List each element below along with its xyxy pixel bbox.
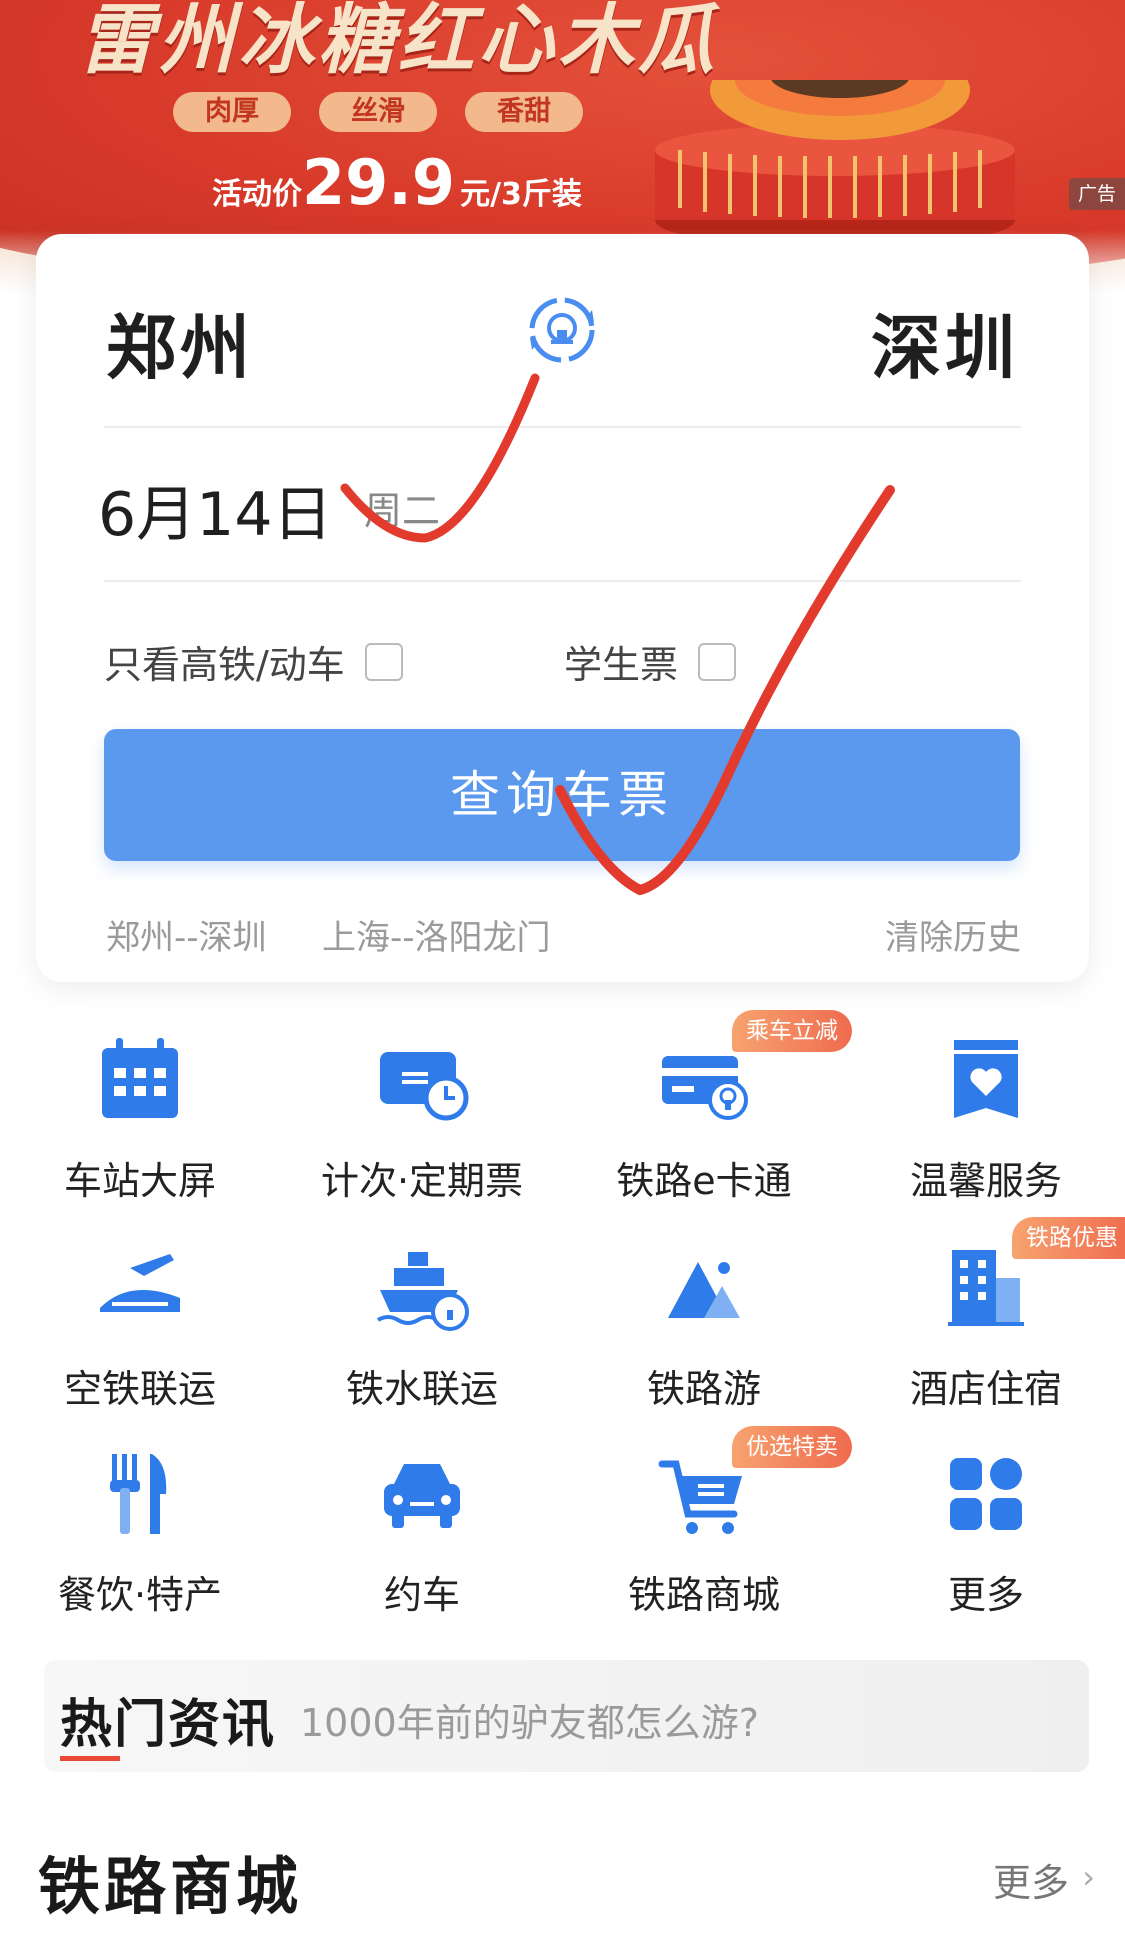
heart-service-icon xyxy=(954,1040,1018,1118)
service-air-rail[interactable]: 空铁联运 xyxy=(0,1238,280,1413)
divider xyxy=(104,426,1021,428)
promo-badge: 乘车立减 xyxy=(732,1010,852,1052)
student-ticket-checkbox[interactable] xyxy=(698,642,737,681)
query-tickets-button[interactable]: 查询车票 xyxy=(104,729,1020,861)
service-label: 空铁联运 xyxy=(63,1367,216,1411)
service-period-ticket[interactable]: 计次·定期票 xyxy=(282,1030,562,1205)
service-label: 更多 xyxy=(947,1573,1024,1617)
hot-news-title: 热门资讯 xyxy=(60,1682,276,1761)
service-label: 铁路游 xyxy=(646,1367,761,1411)
air-rail-icon xyxy=(100,1254,180,1312)
service-ship-rail[interactable]: 铁水联运 xyxy=(282,1238,562,1413)
divider xyxy=(104,580,1021,582)
service-care[interactable]: 温馨服务 xyxy=(846,1030,1125,1205)
banner-tag: 肉厚 xyxy=(173,92,291,132)
hot-news-headline[interactable]: 1000年前的驴友都怎么游? xyxy=(300,1692,759,1747)
service-more[interactable]: 更多 xyxy=(846,1444,1125,1619)
service-hotel[interactable]: 酒店住宿 xyxy=(846,1238,1125,1413)
service-label: 铁路e卡通 xyxy=(616,1159,792,1203)
clear-history-button[interactable]: 清除历史 xyxy=(885,910,1021,959)
history-item[interactable]: 郑州--深圳 xyxy=(106,910,267,959)
service-station-screen[interactable]: 车站大屏 xyxy=(0,1030,280,1205)
service-dining[interactable]: 餐饮·特产 xyxy=(0,1444,280,1619)
service-railway-card[interactable]: 铁路e卡通 xyxy=(564,1030,844,1205)
service-label: 计次·定期票 xyxy=(320,1159,524,1203)
high-speed-only-option[interactable]: 只看高铁/动车 xyxy=(104,634,403,689)
price-label: 活动价 xyxy=(212,177,302,212)
dining-icon xyxy=(110,1454,167,1534)
car-icon xyxy=(384,1464,460,1528)
promo-badge: 优选特卖 xyxy=(732,1426,852,1468)
hot-news-bar[interactable]: 热门资讯 1000年前的驴友都怎么游? xyxy=(44,1660,1089,1772)
promo-badge: 铁路优惠 xyxy=(1012,1217,1125,1259)
ad-label: 广告 xyxy=(1069,178,1125,210)
chevron-right-icon[interactable]: › xyxy=(1082,1858,1095,1896)
price-unit: 元/3斤装 xyxy=(460,177,582,212)
departure-weekday: 周二 xyxy=(364,489,441,533)
banner-tag: 丝滑 xyxy=(319,92,437,132)
service-mall[interactable]: 铁路商城 xyxy=(564,1444,844,1619)
mountain-travel-icon xyxy=(668,1262,740,1318)
high-speed-only-label: 只看高铁/动车 xyxy=(104,643,345,687)
high-speed-only-checkbox[interactable] xyxy=(364,642,403,681)
more-grid-icon xyxy=(950,1458,1022,1530)
history-item[interactable]: 上海--洛阳龙门 xyxy=(322,910,551,959)
service-label: 车站大屏 xyxy=(63,1159,216,1203)
student-ticket-option[interactable]: 学生票 xyxy=(564,634,737,689)
banner-title: 雷州冰糖红心木瓜 xyxy=(78,0,718,84)
service-ride[interactable]: 约车 xyxy=(282,1444,562,1619)
student-ticket-label: 学生票 xyxy=(564,643,679,687)
station-screen-icon xyxy=(102,1038,178,1118)
swap-stations-icon[interactable] xyxy=(526,294,598,366)
papaya-podium-image xyxy=(655,80,1015,248)
service-label: 约车 xyxy=(383,1573,460,1617)
service-label: 铁水联运 xyxy=(345,1367,498,1411)
period-ticket-icon xyxy=(380,1052,469,1121)
mall-section-title: 铁路商城 xyxy=(38,1850,303,1923)
banner-price: 活动价29.9 元/3斤装 xyxy=(212,146,582,219)
mall-more-link[interactable]: 更多 xyxy=(993,1852,1069,1907)
banner-tags: 肉厚 丝滑 香甜 xyxy=(173,92,583,132)
to-city[interactable]: 深圳 xyxy=(871,292,1019,393)
service-label: 餐饮·特产 xyxy=(57,1573,223,1617)
from-city[interactable]: 郑州 xyxy=(106,292,254,393)
service-label: 酒店住宿 xyxy=(909,1367,1062,1411)
ship-rail-icon xyxy=(376,1252,469,1331)
banner-tag: 香甜 xyxy=(465,92,583,132)
service-label: 铁路商城 xyxy=(627,1573,780,1617)
service-rail-travel[interactable]: 铁路游 xyxy=(564,1238,844,1413)
service-label: 温馨服务 xyxy=(909,1159,1062,1203)
price-value: 29.9 xyxy=(302,146,455,219)
ticket-search-card: 郑州 深圳 6月14日 周二 只看高铁/动车 学生票 查询车票 郑州--深圳 上… xyxy=(36,234,1089,982)
departure-date[interactable]: 6月14日 xyxy=(98,466,333,553)
